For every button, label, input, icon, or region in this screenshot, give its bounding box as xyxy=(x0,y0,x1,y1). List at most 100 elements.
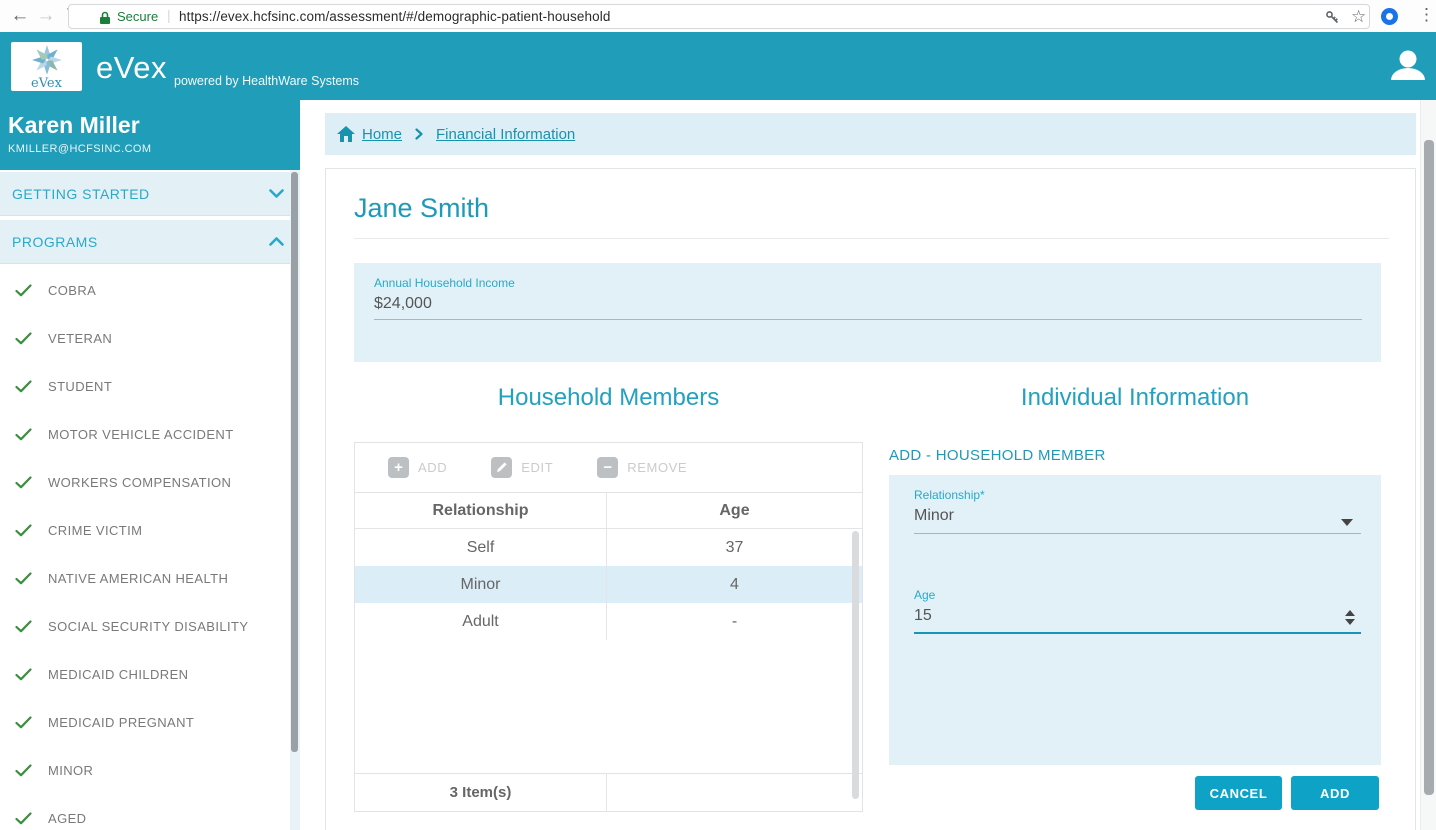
section-label: PROGRAMS xyxy=(12,233,98,250)
sidebar-section-getting-started[interactable]: GETTING STARTED xyxy=(0,172,300,216)
sidebar-item-veteran[interactable]: VETERAN xyxy=(0,314,290,362)
sidebar-item-native-american-health[interactable]: NATIVE AMERICAN HEALTH xyxy=(0,554,290,602)
sidebar-item-workers-compensation[interactable]: WORKERS COMPENSATION xyxy=(0,458,290,506)
breadcrumb-current-link[interactable]: Financial Information xyxy=(436,126,575,143)
cancel-button[interactable]: CANCEL xyxy=(1195,776,1282,810)
bookmark-star-icon[interactable]: ☆ xyxy=(1351,7,1366,27)
cell-relationship: Self xyxy=(355,529,607,566)
income-label: Annual Household Income xyxy=(374,276,515,290)
spinner-down-icon[interactable] xyxy=(1345,619,1355,625)
cell-age: 37 xyxy=(725,539,744,556)
sidebar-user-block: Karen Miller KMILLER@HCFSINC.COM xyxy=(0,100,300,170)
section-label: GETTING STARTED xyxy=(12,185,150,202)
table-row-self[interactable]: Self 37 xyxy=(355,529,862,566)
individual-information-heading: Individual Information xyxy=(1020,384,1250,411)
check-icon xyxy=(15,475,32,488)
table-row-adult[interactable]: Adult - xyxy=(355,603,862,640)
household-members-table: + ADD EDIT − REMOVE Relationship Age Sel… xyxy=(354,442,863,812)
evex-logo[interactable]: eVex xyxy=(11,42,82,91)
relationship-dropdown[interactable]: Minor xyxy=(914,507,1361,534)
back-icon[interactable]: ← xyxy=(8,2,32,30)
browser-menu-icon[interactable]: ⋮ xyxy=(1418,5,1435,25)
page-title: Jane Smith xyxy=(354,193,490,223)
breadcrumb: Home Financial Information xyxy=(325,113,1416,155)
breadcrumb-home-link[interactable]: Home xyxy=(362,126,402,143)
title-divider xyxy=(354,238,1389,239)
check-icon xyxy=(15,619,32,632)
url-text: https://evex.hcfsinc.com/assessment/#/de… xyxy=(179,9,611,24)
app-header: eVex eVex powered by HealthWare Systems xyxy=(0,32,1436,100)
cell-age: 4 xyxy=(730,576,739,593)
number-spinner-icon[interactable] xyxy=(1345,610,1355,625)
address-bar-divider: | xyxy=(167,7,171,23)
remove-member-button[interactable]: − REMOVE xyxy=(597,457,687,478)
breadcrumb-chevron-icon xyxy=(415,128,423,140)
sidebar-scrollbar-track[interactable] xyxy=(290,170,300,830)
sidebar-item-social-security-disability[interactable]: SOCIAL SECURITY DISABILITY xyxy=(0,602,290,650)
age-label: Age xyxy=(914,588,936,602)
user-account-icon[interactable] xyxy=(1389,47,1427,83)
check-icon xyxy=(15,715,32,728)
check-icon xyxy=(15,331,32,344)
age-input[interactable]: 15 xyxy=(914,607,1361,634)
sidebar-item-label: MINOR xyxy=(48,762,94,778)
sidebar-user-email: KMILLER@HCFSINC.COM xyxy=(8,143,152,155)
table-row-minor[interactable]: Minor 4 xyxy=(355,566,862,603)
table-scrollbar-thumb[interactable] xyxy=(852,531,859,799)
check-icon xyxy=(15,523,32,536)
check-icon xyxy=(15,283,32,296)
add-button-label: ADD xyxy=(418,460,448,475)
table-item-count: 3 Item(s) xyxy=(355,774,607,811)
brand-tagline: powered by HealthWare Systems xyxy=(174,74,360,88)
check-icon xyxy=(15,379,32,392)
sidebar-item-label: AGED xyxy=(48,810,87,826)
forward-icon[interactable]: → xyxy=(34,2,58,30)
cell-relationship: Adult xyxy=(355,603,607,640)
app-window: ← → ↻ Secure | https://evex.hcfsinc.com/… xyxy=(0,0,1436,830)
sidebar-item-crime-victim[interactable]: CRIME VICTIM xyxy=(0,506,290,554)
password-key-icon[interactable] xyxy=(1325,10,1340,25)
lock-icon xyxy=(100,11,110,24)
sidebar-item-minor[interactable]: MINOR xyxy=(0,746,290,794)
check-icon xyxy=(15,763,32,776)
sidebar-section-programs[interactable]: PROGRAMS xyxy=(0,220,300,264)
brand-title: eVex xyxy=(96,50,167,85)
sidebar-item-label: COBRA xyxy=(48,282,97,298)
edit-button-label: EDIT xyxy=(521,460,554,475)
sidebar-item-student[interactable]: STUDENT xyxy=(0,362,290,410)
main-content: Home Financial Information Jane Smith An… xyxy=(300,100,1420,830)
income-input[interactable]: $24,000 xyxy=(374,295,1362,320)
table-footer-empty xyxy=(607,774,862,811)
sidebar-item-label: STUDENT xyxy=(48,378,113,394)
edit-member-button[interactable]: EDIT xyxy=(491,457,553,478)
sidebar-item-medicaid-children[interactable]: MEDICAID CHILDREN xyxy=(0,650,290,698)
table-empty-area xyxy=(355,640,862,773)
minus-icon: − xyxy=(597,457,619,478)
extension-icon[interactable] xyxy=(1381,8,1398,25)
add-member-button[interactable]: + ADD xyxy=(388,457,447,478)
pencil-icon xyxy=(491,457,513,478)
table-header-row: Relationship Age xyxy=(355,493,862,529)
check-icon xyxy=(15,667,32,680)
income-panel: Annual Household Income $24,000 xyxy=(354,263,1381,362)
sidebar-item-label: VETERAN xyxy=(48,330,113,346)
sidebar-item-aged[interactable]: AGED xyxy=(0,794,290,830)
individual-form-panel: Relationship* Minor Age 15 xyxy=(889,475,1381,765)
cell-age: - xyxy=(731,613,738,630)
page-scrollbar-thumb[interactable] xyxy=(1424,140,1434,795)
remove-button-label: REMOVE xyxy=(627,460,688,475)
add-button[interactable]: ADD xyxy=(1291,776,1379,810)
dropdown-caret-icon[interactable] xyxy=(1341,519,1353,526)
sidebar-scrollbar-thumb[interactable] xyxy=(291,172,298,752)
secure-label: Secure xyxy=(117,9,159,24)
check-icon xyxy=(15,571,32,584)
spinner-up-icon[interactable] xyxy=(1345,610,1355,616)
page-scrollbar-track[interactable] xyxy=(1420,100,1436,830)
sidebar-item-medicaid-pregnant[interactable]: MEDICAID PREGNANT xyxy=(0,698,290,746)
chevron-down-icon xyxy=(269,189,284,198)
sidebar-item-cobra[interactable]: COBRA xyxy=(0,266,290,314)
table-footer-row: 3 Item(s) xyxy=(355,773,862,811)
address-bar[interactable]: Secure | https://evex.hcfsinc.com/assess… xyxy=(68,4,1370,29)
check-icon xyxy=(15,427,32,440)
sidebar-item-motor-vehicle-accident[interactable]: MOTOR VEHICLE ACCIDENT xyxy=(0,410,290,458)
